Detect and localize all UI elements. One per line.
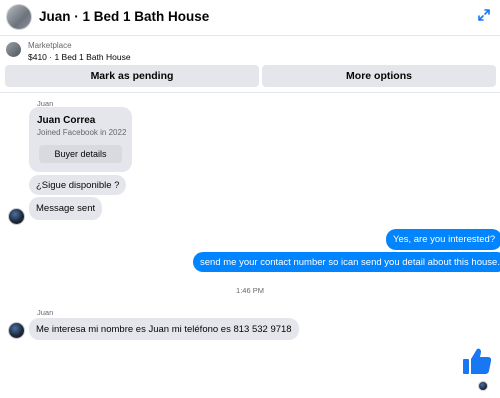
profile-joined: Joined Facebook in 2022 xyxy=(37,128,127,137)
message-bubble-outgoing: Yes, are you interested? xyxy=(386,229,500,250)
message-timestamp: 1:46 PM xyxy=(236,286,264,295)
listing-kicker: Marketplace xyxy=(28,41,72,50)
chat-header: Juan · 1 Bed 1 Bath House xyxy=(0,0,500,36)
profile-name: Juan Correa xyxy=(37,115,96,126)
avatar[interactable] xyxy=(8,208,25,225)
thumbs-up-icon[interactable] xyxy=(462,346,492,376)
divider xyxy=(0,92,500,93)
message-bubble-outgoing: send me your contact number so ican send… xyxy=(193,252,500,272)
message-bubble-incoming: Me interesa mi nombre es Juan mi teléfon… xyxy=(29,318,299,340)
mark-as-pending-button[interactable]: Mark as pending xyxy=(5,65,259,87)
listing-info[interactable]: Marketplace $410 · 1 Bed 1 Bath House xyxy=(0,37,500,64)
listing-detail: $410 · 1 Bed 1 Bath House xyxy=(28,52,131,62)
profile-card: Juan Correa Joined Facebook in 2022 Buye… xyxy=(29,107,132,172)
seen-avatar xyxy=(478,381,488,391)
buyer-details-button[interactable]: Buyer details xyxy=(39,145,122,163)
sender-name: Juan xyxy=(37,308,54,317)
avatar[interactable] xyxy=(8,322,25,339)
listing-thumbnail xyxy=(6,42,21,57)
chat-title[interactable]: Juan · 1 Bed 1 Bath House xyxy=(39,9,209,24)
listing-avatar[interactable] xyxy=(6,4,32,30)
message-bubble-incoming: ¿Sigue disponible ? xyxy=(29,175,127,195)
message-bubble-incoming: Message sent xyxy=(29,197,103,220)
more-options-button[interactable]: More options xyxy=(262,65,496,87)
expand-icon[interactable] xyxy=(477,8,491,22)
